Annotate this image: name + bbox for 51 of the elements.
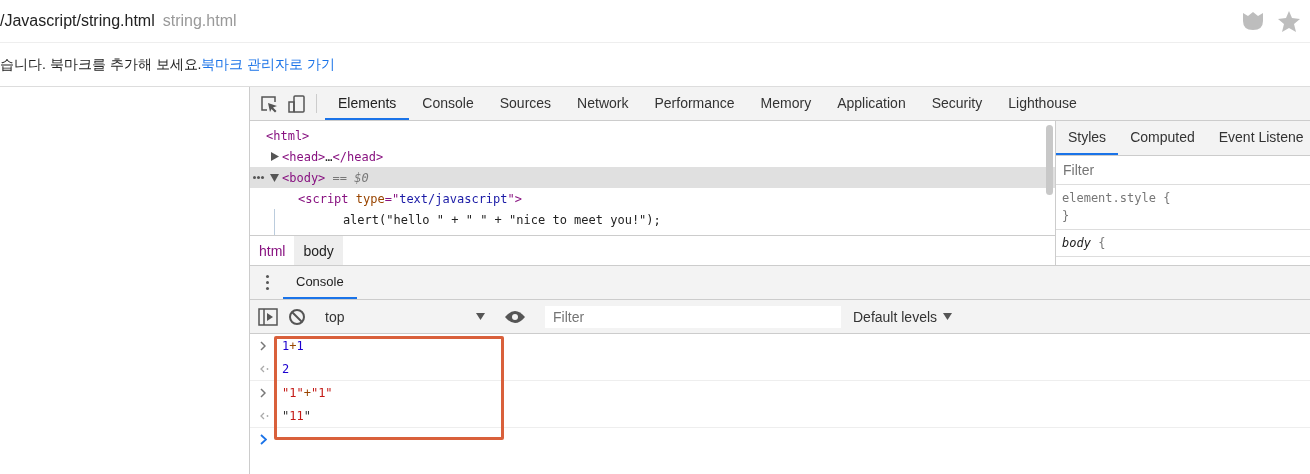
sidebar-tab[interactable]: Styles <box>1056 121 1119 155</box>
open-brace: { <box>1097 236 1106 250</box>
breadcrumb[interactable]: body <box>294 236 343 265</box>
bookmark-message: 습니다. 북마크를 추가해 보세요. <box>0 55 202 74</box>
address-url[interactable]: /Javascript/string.html <box>0 12 155 30</box>
dropdown-arrow-icon <box>476 313 485 320</box>
chevron-icon <box>260 387 266 398</box>
device-toolbar-icon[interactable] <box>288 94 306 113</box>
console-message: "1"+"1" <box>282 385 333 400</box>
panel-tab[interactable]: Sources <box>486 87 565 120</box>
context-dropdown[interactable]: top <box>325 308 485 325</box>
chevron-icon <box>260 340 266 351</box>
inspect-icon[interactable] <box>260 94 278 113</box>
dom-node[interactable]: <head>…</head> <box>282 149 384 164</box>
clear-console-icon[interactable] <box>288 307 306 326</box>
console-filter-field[interactable]: Filter <box>545 305 841 328</box>
css-selector: body <box>1062 236 1091 250</box>
log-levels-dropdown[interactable]: Default levels <box>853 308 953 325</box>
dropdown-arrow-icon <box>943 313 953 320</box>
scrollbar[interactable] <box>1046 125 1053 195</box>
prompt-chevron-icon[interactable] <box>260 434 267 445</box>
panel-tab[interactable]: Console <box>409 87 487 120</box>
panel-tab[interactable]: Elements <box>325 87 410 120</box>
sidebar-toggle-icon[interactable] <box>258 307 278 326</box>
dom-node[interactable]: alert("hello " + " " + "nice to meet you!"); <box>314 212 661 227</box>
bookmark-manager-link[interactable]: 북마크 관리자로 가기 <box>201 55 336 74</box>
open-brace: { <box>1162 191 1171 205</box>
dom-node[interactable]: <script type="text/javascript"> <box>298 191 522 206</box>
dom-node[interactable]: <html> <box>266 128 310 143</box>
result-arrow-icon <box>260 411 269 420</box>
eye-icon[interactable] <box>504 309 526 324</box>
star-icon[interactable] <box>1278 10 1300 32</box>
sidebar-tab[interactable]: Computed <box>1118 121 1207 155</box>
panel-tab[interactable]: Performance <box>641 87 748 120</box>
panel-tab[interactable]: Network <box>564 87 642 120</box>
expand-arrow-icon[interactable] <box>271 152 279 161</box>
page-title: string.html <box>162 12 237 30</box>
panel-tab[interactable]: Security <box>918 87 996 120</box>
console-message: "11" <box>282 408 311 423</box>
panel-tab[interactable]: Memory <box>747 87 825 120</box>
collapse-arrow-icon[interactable] <box>270 173 279 182</box>
panel-tab[interactable]: Application <box>824 87 919 120</box>
console-message: 2 <box>282 361 290 376</box>
console-message: 1+1 <box>282 338 304 353</box>
result-arrow-icon <box>260 364 269 373</box>
breadcrumb[interactable]: html <box>250 236 295 265</box>
panel-tab[interactable]: Lighthouse <box>995 87 1090 120</box>
close-brace: } <box>1062 209 1070 223</box>
sidebar-tab[interactable]: Event Listene <box>1206 121 1310 155</box>
css-selector: element.style <box>1062 191 1156 205</box>
dom-node[interactable]: <body> == $0 <box>282 170 369 185</box>
